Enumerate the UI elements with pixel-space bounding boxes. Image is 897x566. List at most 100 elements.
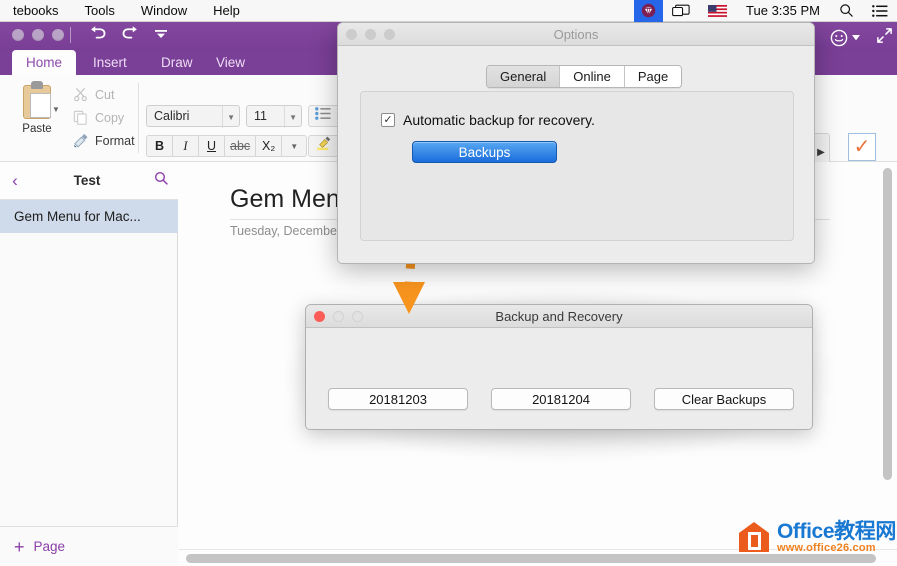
bold-button[interactable]: B bbox=[146, 135, 172, 157]
back-chevron-icon[interactable]: ‹ bbox=[0, 171, 30, 191]
automatic-backup-checkbox-row[interactable]: ✓ Automatic backup for recovery. bbox=[381, 112, 595, 128]
subscript-dropdown-chevron-down-icon[interactable]: ▼ bbox=[281, 135, 307, 157]
chevron-down-icon[interactable]: ▼ bbox=[222, 106, 235, 128]
sidebar-title: Test bbox=[30, 173, 144, 188]
bulleted-list-button[interactable] bbox=[308, 105, 338, 127]
sidebar-item-label: Gem Menu for Mac... bbox=[14, 209, 141, 224]
window-traffic-lights[interactable] bbox=[12, 29, 64, 41]
copy-label: Copy bbox=[95, 111, 124, 125]
cut-label: Cut bbox=[95, 88, 114, 102]
search-icon[interactable] bbox=[830, 0, 863, 22]
backup-zoom-button[interactable] bbox=[352, 311, 363, 322]
backup-traffic-lights[interactable] bbox=[314, 311, 363, 322]
menu-item-tools[interactable]: Tools bbox=[72, 0, 128, 22]
page-title[interactable]: Gem Men bbox=[230, 185, 340, 214]
format-painter-icon bbox=[72, 132, 89, 149]
undo-arrow-icon[interactable] bbox=[88, 25, 107, 45]
options-minimize-button[interactable] bbox=[365, 29, 376, 40]
clipboard-paste-icon bbox=[19, 81, 55, 121]
backup-minimize-button[interactable] bbox=[333, 311, 344, 322]
format-painter-label: Format bbox=[95, 134, 135, 148]
options-traffic-lights[interactable] bbox=[346, 29, 395, 40]
page-sidebar: ‹ Test Gem Menu for Mac... + Page bbox=[0, 162, 178, 566]
options-zoom-button[interactable] bbox=[384, 29, 395, 40]
screenshot-root: tebooks Tools Window Help Tue 3:35 PM bbox=[0, 0, 897, 566]
copy-icon bbox=[72, 109, 89, 126]
menu-item-notebooks[interactable]: tebooks bbox=[0, 0, 72, 22]
plus-icon: + bbox=[14, 538, 25, 556]
sidebar-item-gem-menu-for-mac[interactable]: Gem Menu for Mac... bbox=[0, 200, 178, 233]
menu-bar-status-items: Tue 3:35 PM bbox=[634, 0, 897, 22]
backup-button-20181204[interactable]: 20181204 bbox=[491, 388, 631, 410]
text-format-buttons: B I U abc X₂ ▼ bbox=[146, 135, 307, 157]
highlighter-button[interactable] bbox=[308, 135, 338, 157]
watermark-text: Office教程网 www.office26.com bbox=[777, 521, 896, 554]
office-app-icon bbox=[737, 520, 771, 554]
notification-list-icon[interactable] bbox=[863, 0, 897, 22]
full-screen-expand-icon[interactable] bbox=[876, 27, 893, 49]
options-tab-segmented-control: General Online Page bbox=[486, 65, 682, 88]
close-button[interactable] bbox=[12, 29, 24, 41]
font-controls: Calibri ▼ 11 ▼ bbox=[146, 105, 302, 127]
font-name-combobox[interactable]: Calibri ▼ bbox=[146, 105, 240, 127]
gem-diamond-icon[interactable] bbox=[634, 0, 663, 22]
redo-arrow-icon[interactable] bbox=[121, 25, 140, 45]
font-size-combobox[interactable]: 11 ▼ bbox=[246, 105, 302, 127]
search-icon[interactable] bbox=[144, 171, 178, 190]
chevron-down-icon[interactable]: ▼ bbox=[284, 106, 297, 128]
watermark-line2: www.office26.com bbox=[777, 543, 896, 554]
watermark: Office教程网 www.office26.com bbox=[737, 520, 896, 554]
watermark-line1: Office教程网 bbox=[777, 521, 896, 543]
italic-button[interactable]: I bbox=[172, 135, 198, 157]
tab-general[interactable]: General bbox=[487, 66, 560, 87]
tab-home[interactable]: Home bbox=[12, 50, 76, 75]
paste-dropdown-chevron-down-icon[interactable]: ▼ bbox=[52, 105, 60, 114]
backup-close-button[interactable] bbox=[314, 311, 325, 322]
options-dialog: Options General Online Page ✓ Automatic … bbox=[337, 22, 815, 264]
automatic-backup-label: Automatic backup for recovery. bbox=[403, 112, 595, 128]
tab-view[interactable]: View bbox=[202, 50, 259, 75]
macos-menu-bar: tebooks Tools Window Help Tue 3:35 PM bbox=[0, 0, 897, 22]
bulleted-list-icon bbox=[315, 107, 332, 125]
airplay-display-icon[interactable] bbox=[663, 0, 699, 22]
chevron-down-icon bbox=[852, 35, 860, 41]
menu-item-help[interactable]: Help bbox=[200, 0, 253, 22]
add-page-button[interactable]: + Page bbox=[0, 526, 178, 566]
tab-online[interactable]: Online bbox=[560, 66, 625, 87]
tab-page[interactable]: Page bbox=[625, 66, 681, 87]
font-name-value: Calibri bbox=[154, 109, 189, 123]
minimize-button[interactable] bbox=[32, 29, 44, 41]
quick-access-toolbar bbox=[88, 25, 168, 45]
horizontal-scrollbar[interactable] bbox=[186, 554, 876, 563]
automatic-backup-checkbox[interactable]: ✓ bbox=[381, 113, 395, 127]
orange-checkmark-icon: ✓ bbox=[848, 133, 876, 161]
page-date: Tuesday, Decembe bbox=[230, 224, 337, 238]
menu-item-window[interactable]: Window bbox=[128, 0, 200, 22]
clear-backups-button[interactable]: Clear Backups bbox=[654, 388, 794, 410]
cut-button[interactable]: Cut bbox=[72, 83, 158, 106]
options-close-button[interactable] bbox=[346, 29, 357, 40]
zoom-button[interactable] bbox=[52, 29, 64, 41]
chevron-down-icon[interactable] bbox=[154, 25, 168, 45]
add-page-label: Page bbox=[34, 539, 66, 554]
strikethrough-button[interactable]: abc bbox=[224, 135, 255, 157]
backup-and-recovery-dialog: Backup and Recovery 20181203 20181204 Cl… bbox=[305, 304, 813, 430]
backup-dialog-body: 20181203 20181204 Clear Backups bbox=[306, 328, 812, 430]
menu-bar-items: tebooks Tools Window Help bbox=[0, 0, 253, 22]
backups-button[interactable]: Backups bbox=[412, 141, 557, 163]
top-right-actions-row1 bbox=[830, 27, 893, 49]
underline-button[interactable]: U bbox=[198, 135, 224, 157]
smiley-face-icon[interactable] bbox=[830, 29, 860, 47]
tab-insert[interactable]: Insert bbox=[79, 50, 141, 75]
options-general-panel: ✓ Automatic backup for recovery. Backups bbox=[360, 91, 794, 241]
tab-draw[interactable]: Draw bbox=[147, 50, 207, 75]
font-size-value: 11 bbox=[254, 109, 267, 123]
subscript-button[interactable]: X₂ bbox=[255, 135, 281, 157]
us-flag-icon[interactable] bbox=[699, 0, 736, 22]
vertical-scrollbar[interactable] bbox=[883, 168, 892, 480]
toolbar-divider bbox=[70, 27, 71, 43]
backup-button-20181203[interactable]: 20181203 bbox=[328, 388, 468, 410]
menu-bar-clock[interactable]: Tue 3:35 PM bbox=[736, 3, 830, 18]
options-dialog-titlebar: Options bbox=[338, 23, 814, 46]
paste-label: Paste bbox=[8, 123, 66, 135]
